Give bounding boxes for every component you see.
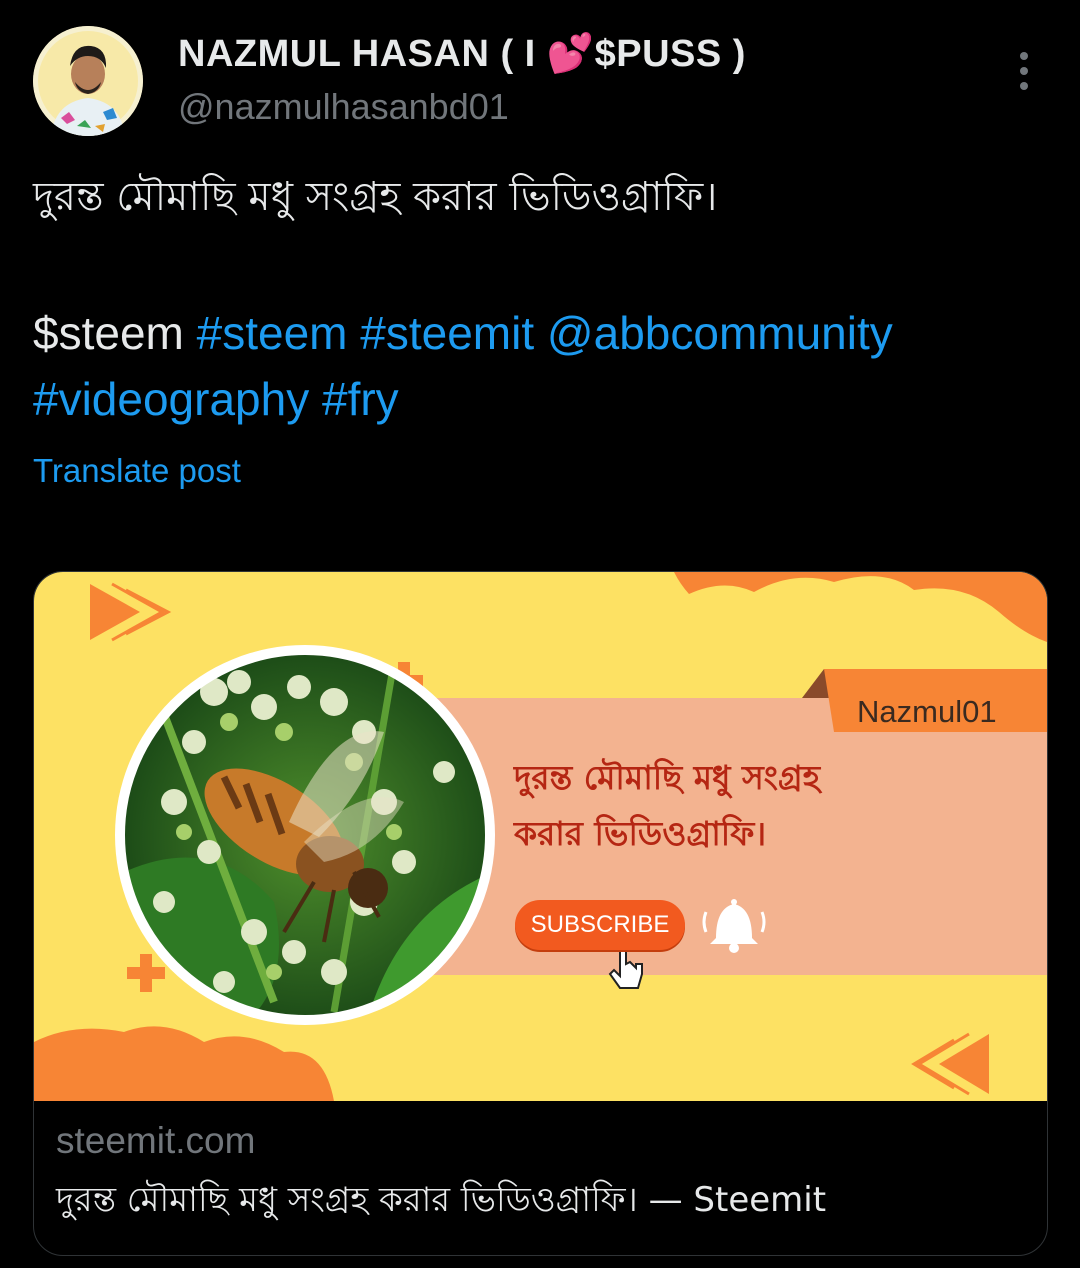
- post: NAZMUL HASAN ( I 💕$PUSS ) @nazmulhasanbd…: [0, 0, 1080, 1268]
- display-name-suffix: $PUSS ): [594, 33, 746, 75]
- card-domain: steemit.com: [56, 1120, 256, 1161]
- more-options-button[interactable]: [1004, 46, 1044, 96]
- hashtag-videography[interactable]: #videography: [33, 373, 309, 425]
- card-meta: steemit.com দুরন্ত মৌমাছি মধু সংগ্রহ করা…: [56, 1120, 826, 1231]
- translate-post-link[interactable]: Translate post: [33, 452, 241, 490]
- card-thumbnail: Nazmul01 দুরন্ত মৌমাছি মধু সংগ্রহ করার ভ…: [34, 572, 1047, 1101]
- display-name-text: NAZMUL HASAN ( I: [178, 33, 536, 75]
- avatar[interactable]: [33, 26, 143, 136]
- author-block: NAZMUL HASAN ( I 💕$PUSS ) @nazmulhasanbd…: [178, 32, 746, 128]
- more-vertical-icon-dot: [1020, 67, 1028, 75]
- more-vertical-icon: [1020, 52, 1028, 60]
- hashtag-steemit[interactable]: #steemit: [360, 307, 534, 359]
- mention-abbcommunity[interactable]: @abbcommunity: [547, 307, 893, 359]
- hashtag-fry[interactable]: #fry: [322, 373, 399, 425]
- link-card[interactable]: Nazmul01 দুরন্ত মৌমাছি মধু সংগ্রহ করার ভ…: [33, 571, 1048, 1256]
- cashtag[interactable]: $steem: [33, 307, 184, 359]
- user-handle[interactable]: @nazmulhasanbd01: [178, 86, 746, 128]
- thumbnail-headline: দুরন্ত মৌমাছি মধু সংগ্রহ করার ভিডিওগ্রাফ…: [514, 750, 974, 862]
- heart-emoji: 💕: [546, 33, 595, 75]
- display-name[interactable]: NAZMUL HASAN ( I 💕$PUSS ): [178, 32, 746, 76]
- thumbnail-brand: Nazmul01: [857, 694, 997, 729]
- post-text: দুরন্ত মৌমাছি মধু সংগ্রহ করার ভিডিওগ্রাফ…: [33, 174, 718, 220]
- card-title: দুরন্ত মৌমাছি মধু সংগ্রহ করার ভিডিওগ্রাফ…: [56, 1180, 827, 1220]
- thumbnail-headline-line2: করার ভিডিওগ্রাফি।: [514, 814, 767, 853]
- avatar-image: [33, 26, 143, 136]
- thumbnail-subscribe-graphic: SUBSCRIBE: [515, 900, 685, 950]
- post-tags: $steem #steem #steemit @abbcommunity #vi…: [33, 300, 1043, 432]
- thumbnail-text-layer: Nazmul01 দুরন্ত মৌমাছি মধু সংগ্রহ করার ভ…: [34, 572, 1047, 1101]
- hashtag-steem[interactable]: #steem: [197, 307, 348, 359]
- more-vertical-icon-dot: [1020, 82, 1028, 90]
- thumbnail-headline-line1: দুরন্ত মৌমাছি মধু সংগ্রহ: [514, 758, 821, 797]
